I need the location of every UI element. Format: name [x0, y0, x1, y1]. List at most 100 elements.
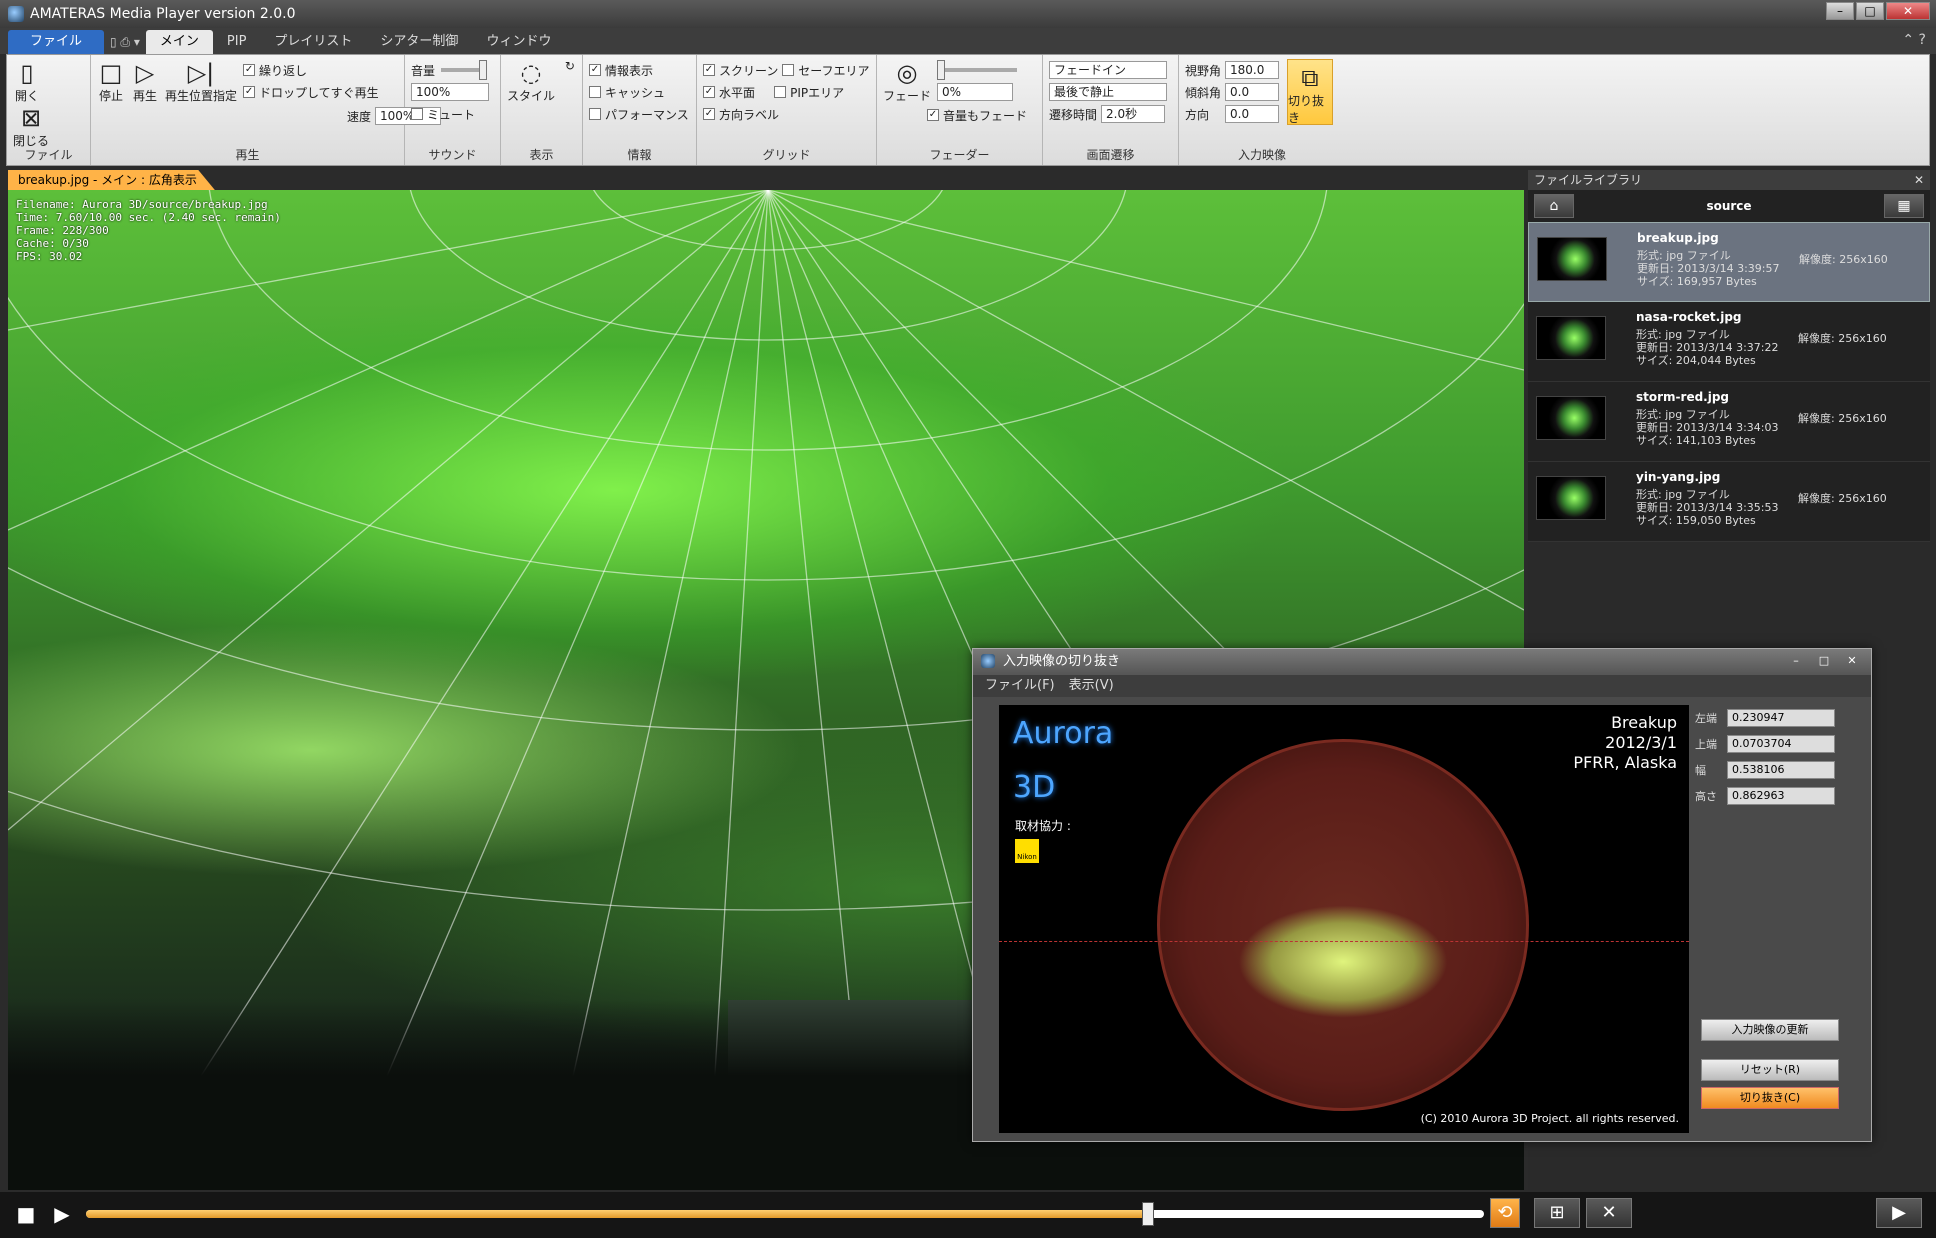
library-close-icon[interactable]: ✕	[1914, 170, 1924, 190]
aurora-logo-3d: 3D	[1013, 770, 1056, 805]
transition-end-select[interactable]: 最後で静止	[1049, 83, 1167, 101]
close-icon[interactable]: ✕	[1886, 2, 1930, 20]
loop-icon[interactable]: ⟲	[1490, 1198, 1520, 1228]
menu-file[interactable]: ファイル(F)	[985, 675, 1055, 697]
show-info-checkbox[interactable]: ✓ 情報表示	[589, 59, 690, 81]
fade-value-field[interactable]: 0%	[937, 83, 1014, 101]
crop-button[interactable]: ⧉ 切り抜き	[1287, 59, 1333, 125]
crop-param-label: 上端	[1695, 738, 1717, 751]
close-file-button[interactable]: ⊠ 閉じる	[13, 104, 49, 149]
crop-preview[interactable]: Aurora 3D 取材協力 : Nikon Breakup 2012/3/1 …	[999, 705, 1689, 1133]
quick-access-icon[interactable]: ▯ ⎙ ▾	[104, 30, 146, 54]
crop-param-field[interactable]: 0.862963	[1727, 787, 1835, 805]
file-thumbnail	[1536, 316, 1606, 360]
tab-main[interactable]: メイン	[145, 30, 213, 54]
cache-checkbox[interactable]: キャッシュ	[589, 81, 690, 103]
reset-button[interactable]: リセット(R)	[1701, 1059, 1839, 1081]
crop-param-label: 左端	[1695, 712, 1717, 725]
ribbon: ▯ 開く ⊠ 閉じる ファイル □ 停止 ▷ 再生 ▷| 再生位置指定 ✓ 繰り返し ✓ ドロ…	[6, 54, 1930, 166]
dialog-minimize-icon[interactable]: –	[1783, 652, 1809, 670]
remove-file-icon[interactable]: ✕	[1586, 1198, 1632, 1228]
dialog-maximize-icon[interactable]: □	[1811, 652, 1837, 670]
tab-theater[interactable]: シアター制御	[366, 30, 472, 54]
file-thumbnail	[1536, 476, 1606, 520]
repeat-checkbox[interactable]: ✓ 繰り返し	[243, 59, 379, 81]
tilt-field[interactable]: 0.0	[1225, 83, 1280, 101]
dialog-app-icon	[981, 654, 995, 668]
library-header: ファイルライブラリ ✕	[1528, 170, 1930, 190]
play-button[interactable]: ▷ 再生	[131, 59, 159, 104]
crop-param-row: 左端 0.230947	[1695, 705, 1865, 731]
dialog-close-icon[interactable]: ✕	[1839, 652, 1865, 670]
info-overlay: Filename: Aurora 3D/source/breakup.jpg T…	[16, 198, 281, 263]
seek-bar[interactable]	[86, 1202, 1484, 1226]
file-type: 形式: jpg ファイル	[1636, 328, 1730, 341]
style-button[interactable]: ◌ スタイル	[507, 59, 555, 104]
stop-button[interactable]: □ 停止	[97, 59, 125, 104]
file-name: storm-red.jpg	[1636, 390, 1730, 404]
file-resolution: 解像度: 256x160	[1798, 492, 1887, 505]
coop-label: 取材協力 :	[1015, 819, 1071, 833]
help-chevron-icon[interactable]: ⌃ ?	[1902, 32, 1926, 48]
update-input-button[interactable]: 入力映像の更新	[1701, 1019, 1839, 1041]
refresh-icon[interactable]: ↻	[565, 59, 575, 73]
fade-slider[interactable]	[937, 60, 1018, 80]
fade-volume-checkbox[interactable]: ✓ 音量もフェード	[927, 104, 1036, 126]
minimize-icon[interactable]: –	[1826, 2, 1854, 20]
tab-pip[interactable]: PIP	[213, 30, 261, 54]
add-file-icon[interactable]: ⊞	[1534, 1198, 1580, 1228]
file-type: 形式: jpg ファイル	[1636, 408, 1730, 421]
horizon-checkbox[interactable]: ✓	[703, 86, 715, 98]
library-play-icon[interactable]: ▶	[1876, 1198, 1922, 1228]
safe-area-checkbox[interactable]	[782, 64, 795, 76]
volume-slider[interactable]	[441, 60, 488, 80]
crop-param-row: 高さ 0.862963	[1695, 783, 1865, 809]
performance-checkbox[interactable]: パフォーマンス	[589, 103, 690, 125]
fade-button[interactable]: ◎ フェード	[883, 59, 931, 104]
image-meta: Breakup 2012/3/1 PFRR, Alaska	[1573, 713, 1677, 772]
stop-icon: □	[99, 59, 123, 87]
crop-param-field[interactable]: 0.538106	[1727, 761, 1835, 779]
tab-file[interactable]: ファイル	[8, 30, 105, 54]
file-item[interactable]: yin-yang.jpg 形式: jpg ファイル 更新日: 2013/3/14 3…	[1528, 462, 1930, 542]
play-on-drop-checkbox[interactable]: ✓ ドロップしてすぐ再生	[243, 81, 379, 103]
file-date: 更新日: 2013/3/14 3:34:03	[1636, 421, 1779, 434]
transition-time-field[interactable]: 2.0秒	[1101, 105, 1166, 123]
seek-progress	[86, 1210, 1149, 1218]
grid-view-icon[interactable]: ▦	[1883, 194, 1924, 218]
group-sound: 音量 100% ミュート サウンド	[405, 55, 501, 165]
tab-playlist[interactable]: プレイリスト	[260, 30, 366, 54]
direction-label-checkbox[interactable]: ✓ 方向ラベル	[703, 103, 870, 125]
folder-up-icon[interactable]: ⌂	[1534, 194, 1574, 218]
fov-field[interactable]: 180.0	[1225, 61, 1280, 79]
file-item[interactable]: nasa-rocket.jpg 形式: jpg ファイル 更新日: 2013/3/1…	[1528, 302, 1930, 382]
file-type: 形式: jpg ファイル	[1636, 488, 1730, 501]
volume-select[interactable]: 100%	[411, 83, 489, 101]
mute-checkbox[interactable]: ミュート	[411, 103, 494, 125]
file-item[interactable]: storm-red.jpg 形式: jpg ファイル 更新日: 2013/3/14 …	[1528, 382, 1930, 462]
crop-param-field[interactable]: 0.0703704	[1727, 735, 1835, 753]
screen-checkbox[interactable]: ✓	[703, 64, 715, 76]
stop-icon[interactable]: ■	[12, 1200, 40, 1228]
file-thumbnail	[1536, 396, 1606, 440]
file-item[interactable]: breakup.jpg 形式: jpg ファイル 更新日: 2013/3/14 3:…	[1528, 222, 1930, 302]
tab-window[interactable]: ウィンドウ	[472, 30, 565, 54]
crop-param-field[interactable]: 0.230947	[1727, 709, 1835, 727]
crop-apply-button[interactable]: 切り抜き(C)	[1701, 1087, 1839, 1109]
maximize-icon[interactable]: □	[1856, 2, 1884, 20]
menu-view[interactable]: 表示(V)	[1069, 675, 1114, 697]
seek-handle[interactable]	[1142, 1202, 1155, 1226]
direction-field[interactable]: 0.0	[1225, 105, 1280, 123]
crop-param-row: 上端 0.0703704	[1695, 731, 1865, 757]
pip-area-checkbox[interactable]	[774, 86, 787, 98]
file-date: 更新日: 2013/3/14 3:39:57	[1637, 262, 1780, 275]
play-icon[interactable]: ▶	[48, 1200, 76, 1228]
set-position-button[interactable]: ▷| 再生位置指定	[165, 59, 237, 104]
transition-mode-select[interactable]: フェードイン	[1049, 61, 1167, 79]
document-tab[interactable]: breakup.jpg - メイン : 広角表示	[8, 170, 215, 190]
crop-icon: ⧉	[1301, 64, 1319, 92]
file-date: 更新日: 2013/3/14 3:35:53	[1636, 501, 1779, 514]
file-name: yin-yang.jpg	[1636, 470, 1721, 484]
open-button[interactable]: ▯ 開く	[13, 59, 41, 104]
dialog-title-bar: 入力映像の切り抜き – □ ✕	[973, 649, 1871, 675]
